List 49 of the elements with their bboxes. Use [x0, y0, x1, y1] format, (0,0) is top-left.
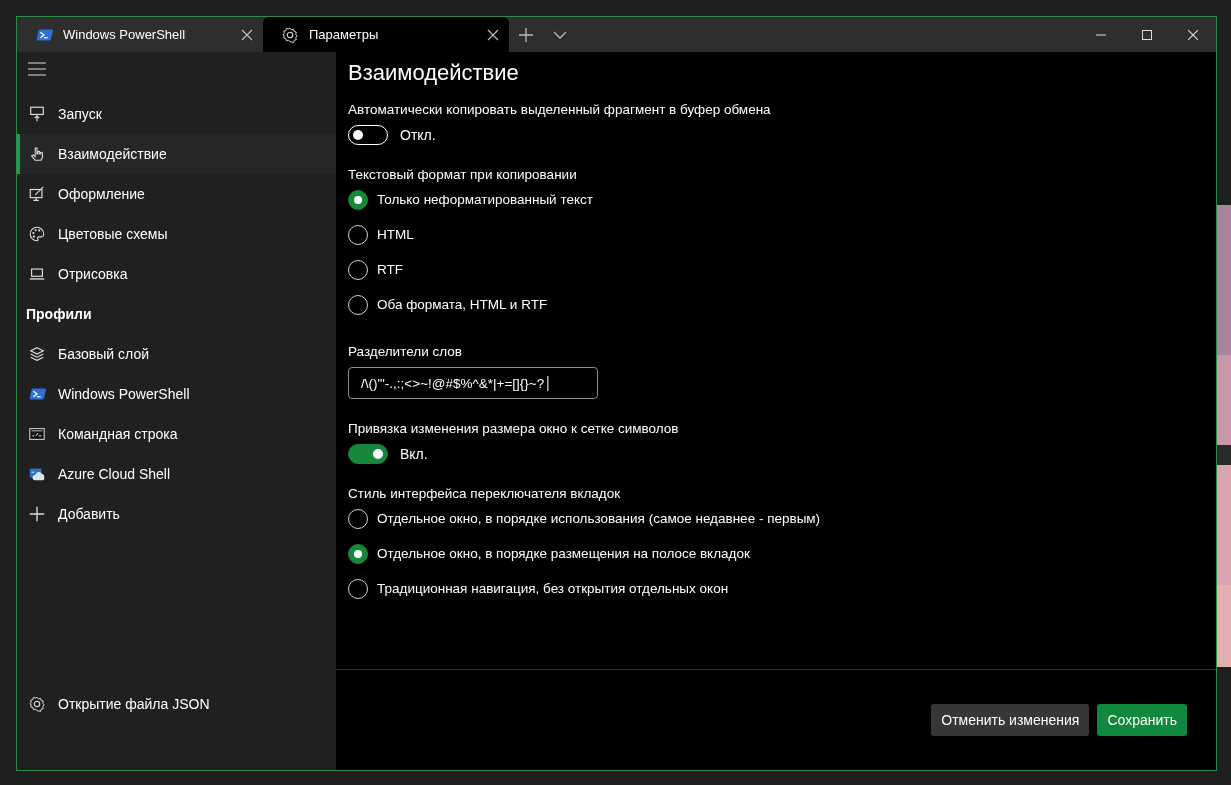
sidebar-item[interactable]: Оформление	[17, 174, 336, 214]
tab[interactable]: Параметры	[263, 17, 509, 52]
radio-option[interactable]: Отдельное окно, в порядке использования (самое недавнее - первым)	[348, 501, 821, 536]
setting-label: Текстовый формат при копировании	[348, 167, 578, 182]
settings-icon	[281, 25, 299, 44]
sidebar-item[interactable]: Взаимодействие	[17, 134, 336, 174]
close-icon[interactable]	[487, 28, 499, 41]
toggle-state-label: Вкл.	[400, 446, 428, 462]
tab[interactable]: Windows PowerShell	[17, 17, 263, 52]
hand-pointer-icon	[28, 145, 46, 163]
palette-icon	[28, 225, 46, 243]
monitor-arrow-icon	[28, 105, 46, 123]
page-title: Взаимодействие	[348, 60, 520, 86]
setting-label: Стиль интерфейса переключателя вкладок	[348, 486, 622, 501]
setting-label: Автоматически копировать выделенный фрагмент в буфер обмена	[348, 102, 772, 117]
laptop-icon	[28, 265, 46, 283]
toggle-state-label: Откл.	[400, 127, 436, 143]
discard-button[interactable]: Отменить изменения	[931, 704, 1090, 736]
close-icon	[1188, 29, 1198, 40]
terminal-icon	[28, 425, 46, 443]
chevron-down-icon	[553, 30, 567, 39]
sidebar-item[interactable]: Запуск	[17, 94, 336, 134]
toggle-switch[interactable]	[348, 444, 388, 464]
setting-label: Разделители слов	[348, 344, 463, 359]
sidebar-item[interactable]: Открытие файла JSON	[17, 684, 336, 724]
radio-option[interactable]: Отдельное окно, в порядке размещения на полосе вкладок	[348, 536, 750, 571]
sidebar-item[interactable]: Windows PowerShell	[17, 374, 336, 414]
plus-icon	[519, 27, 533, 42]
radio-option[interactable]: Оба формата, HTML и RTF	[348, 287, 548, 322]
radio-option[interactable]: Только неформатированный текст	[348, 182, 593, 217]
sidebar-item[interactable]: Базовый слой	[17, 334, 336, 374]
sidebar-item[interactable]: Отрисовка	[17, 254, 336, 294]
sidebar-item[interactable]: Добавить	[17, 494, 336, 534]
menu-icon[interactable]	[28, 62, 46, 76]
settings-icon	[28, 695, 46, 713]
sidebar-item[interactable]: Azure Cloud Shell	[17, 454, 336, 494]
close-icon[interactable]	[241, 28, 253, 41]
setting-label: Привязка изменения размера окно к сетке символов	[348, 421, 680, 436]
save-button[interactable]: Сохранить	[1097, 704, 1187, 736]
maximize-icon	[1142, 29, 1152, 40]
radio-option[interactable]: HTML	[348, 217, 414, 252]
sidebar-item[interactable]: Цветовые схемы	[17, 214, 336, 254]
sidebar-section-header: Профили	[25, 305, 93, 324]
layers-icon	[28, 345, 46, 363]
radio-option[interactable]: Традиционная навигация, без открытия отдельных окон	[348, 571, 729, 606]
plus-icon	[28, 505, 46, 523]
monitor-brush-icon	[28, 185, 46, 203]
sidebar-item[interactable]: Командная строка	[17, 414, 336, 454]
radio-option[interactable]: RTF	[348, 252, 403, 287]
